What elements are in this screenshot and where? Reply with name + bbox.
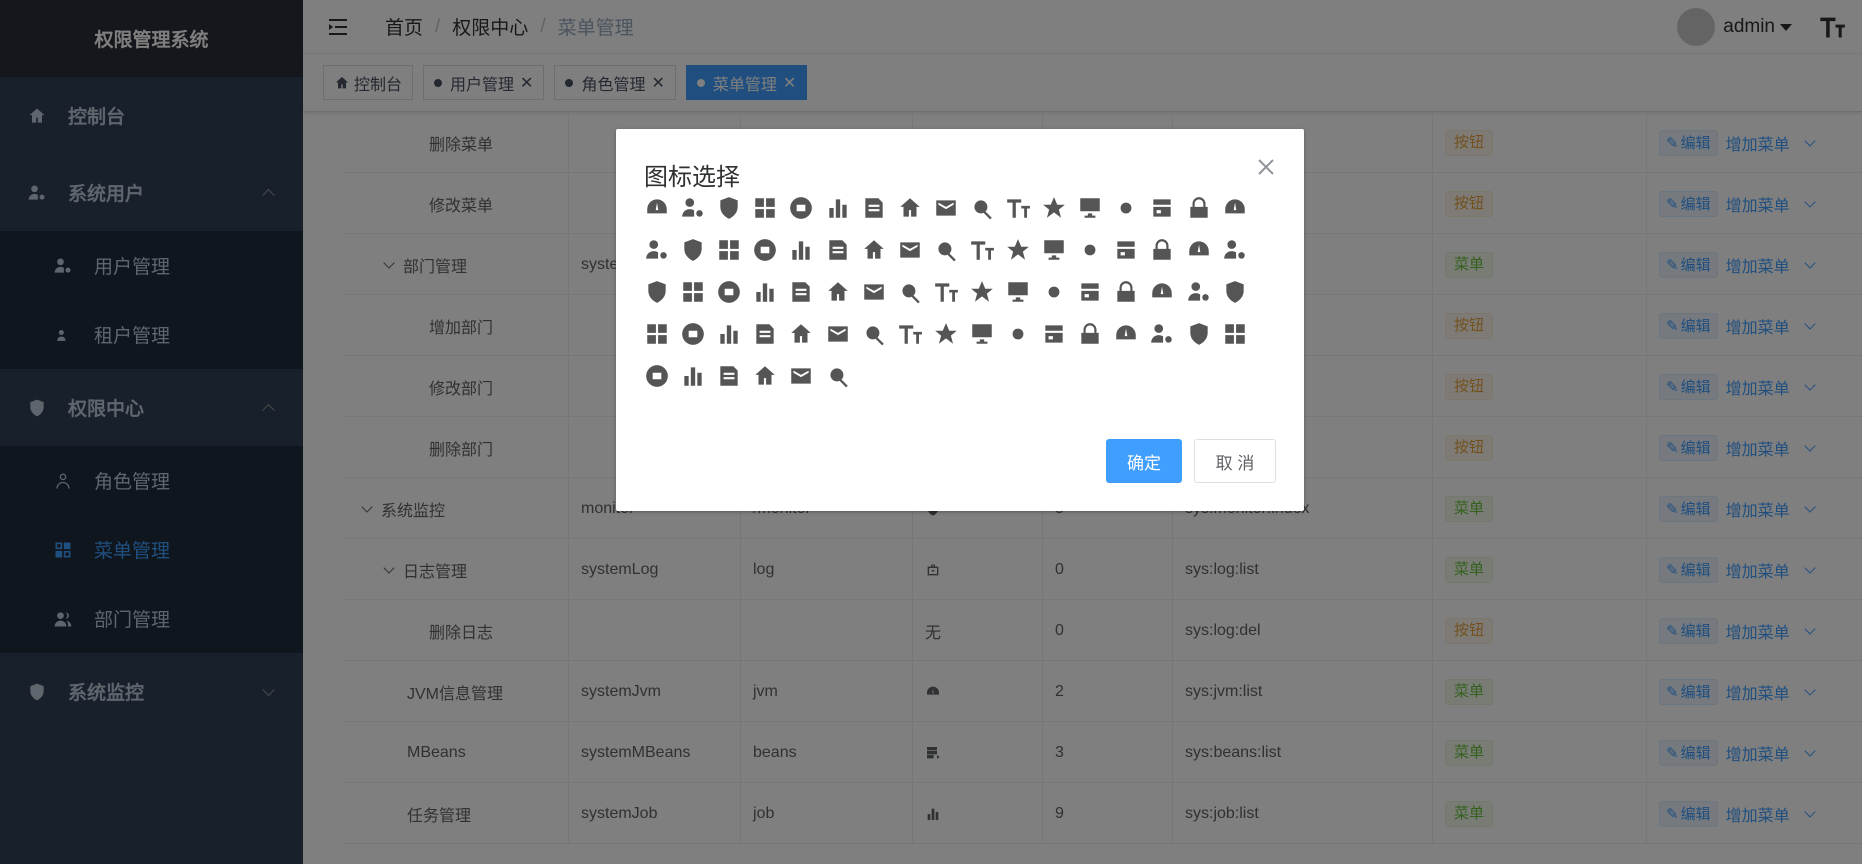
fullscreen-icon[interactable]	[1073, 233, 1107, 267]
contact-card-icon[interactable]	[712, 359, 746, 393]
lifebuoy-icon[interactable]	[821, 233, 855, 267]
checklist-icon[interactable]	[857, 317, 891, 351]
more-vertical-icon[interactable]	[929, 275, 963, 309]
clapperboard-icon[interactable]	[1109, 317, 1143, 351]
qq-icon[interactable]	[1218, 275, 1252, 309]
chat-icon[interactable]	[857, 275, 891, 309]
cart-icon[interactable]	[784, 317, 818, 351]
bug-icon[interactable]	[1073, 191, 1107, 225]
compress-icon[interactable]	[893, 233, 927, 267]
monitor-settings-icon[interactable]	[929, 317, 963, 351]
shirt-icon[interactable]	[1218, 317, 1252, 351]
pdf-icon[interactable]	[1037, 275, 1071, 309]
monitor-gear-icon[interactable]	[857, 191, 891, 225]
earth-icon[interactable]	[1218, 233, 1252, 267]
tree-table-icon[interactable]	[640, 359, 674, 393]
search-icon[interactable]	[748, 317, 782, 351]
padlock-icon[interactable]	[1001, 275, 1035, 309]
yen-icon[interactable]	[893, 275, 927, 309]
book-icon[interactable]	[748, 233, 782, 267]
table-icon[interactable]	[1145, 317, 1179, 351]
translate-icon[interactable]	[640, 275, 674, 309]
widgets-icon[interactable]	[1182, 191, 1216, 225]
tree-list-icon[interactable]	[965, 275, 999, 309]
sitemap-icon[interactable]	[676, 359, 710, 393]
file-edit-icon[interactable]	[1037, 233, 1071, 267]
wechat-icon[interactable]	[784, 359, 818, 393]
move-icon[interactable]	[676, 233, 710, 267]
dialog-title: 图标选择	[644, 164, 740, 191]
gauge-icon[interactable]	[1218, 191, 1252, 225]
confirm-button[interactable]: 确定	[1106, 439, 1182, 483]
user-gear-icon[interactable]	[676, 191, 710, 225]
user-shield-icon[interactable]	[712, 317, 746, 351]
mail-icon[interactable]	[784, 233, 818, 267]
globe-icon[interactable]	[965, 191, 999, 225]
send-icon[interactable]	[1109, 233, 1143, 267]
briefcase-icon[interactable]	[893, 191, 927, 225]
list-icon[interactable]	[712, 275, 746, 309]
user-solid-icon[interactable]	[748, 359, 782, 393]
dot-icon[interactable]	[1182, 275, 1216, 309]
zip-icon[interactable]	[821, 359, 855, 393]
shield-icon[interactable]	[712, 191, 746, 225]
dialog-footer: 确定 取 消	[1106, 439, 1276, 483]
external-link-icon[interactable]	[676, 275, 710, 309]
bar-chart-icon[interactable]	[1109, 191, 1143, 225]
font-size-icon[interactable]	[821, 317, 855, 351]
grid-icon[interactable]	[784, 191, 818, 225]
cancel-button[interactable]: 取 消	[1194, 439, 1276, 483]
password-icon[interactable]	[676, 317, 710, 351]
user-outline-icon[interactable]	[1037, 317, 1071, 351]
folder-open-icon[interactable]	[1001, 233, 1035, 267]
person-lock-icon[interactable]	[748, 191, 782, 225]
icon-select-dialog: 图标选择 确定 取 消	[616, 129, 1304, 511]
dashboard-icon[interactable]	[640, 191, 674, 225]
user-cog-icon[interactable]	[1073, 317, 1107, 351]
people-icon[interactable]	[1109, 275, 1143, 309]
server-gear-icon[interactable]	[965, 317, 999, 351]
home-icon[interactable]	[929, 191, 963, 225]
edit-icon[interactable]	[712, 233, 746, 267]
user-tag-icon[interactable]	[1182, 317, 1216, 351]
user-id-icon[interactable]	[821, 191, 855, 225]
lock-icon[interactable]	[748, 275, 782, 309]
eye-icon[interactable]	[929, 233, 963, 267]
toolbox-icon[interactable]	[1037, 191, 1071, 225]
close-icon[interactable]	[1256, 157, 1276, 177]
unlock-icon[interactable]	[640, 317, 674, 351]
document-icon[interactable]	[640, 233, 674, 267]
link-icon[interactable]	[784, 275, 818, 309]
404-icon[interactable]	[1001, 191, 1035, 225]
newspaper-icon[interactable]	[857, 233, 891, 267]
shield-check-icon[interactable]	[1001, 317, 1035, 351]
eye-closed-icon[interactable]	[965, 233, 999, 267]
shield-solid-icon[interactable]	[1145, 275, 1179, 309]
apps-icon[interactable]	[821, 275, 855, 309]
robot-icon[interactable]	[1073, 275, 1107, 309]
copy-icon[interactable]	[1145, 191, 1179, 225]
house-icon[interactable]	[1145, 233, 1179, 267]
text-cursor-icon[interactable]	[1182, 233, 1216, 267]
star-icon[interactable]	[893, 317, 927, 351]
